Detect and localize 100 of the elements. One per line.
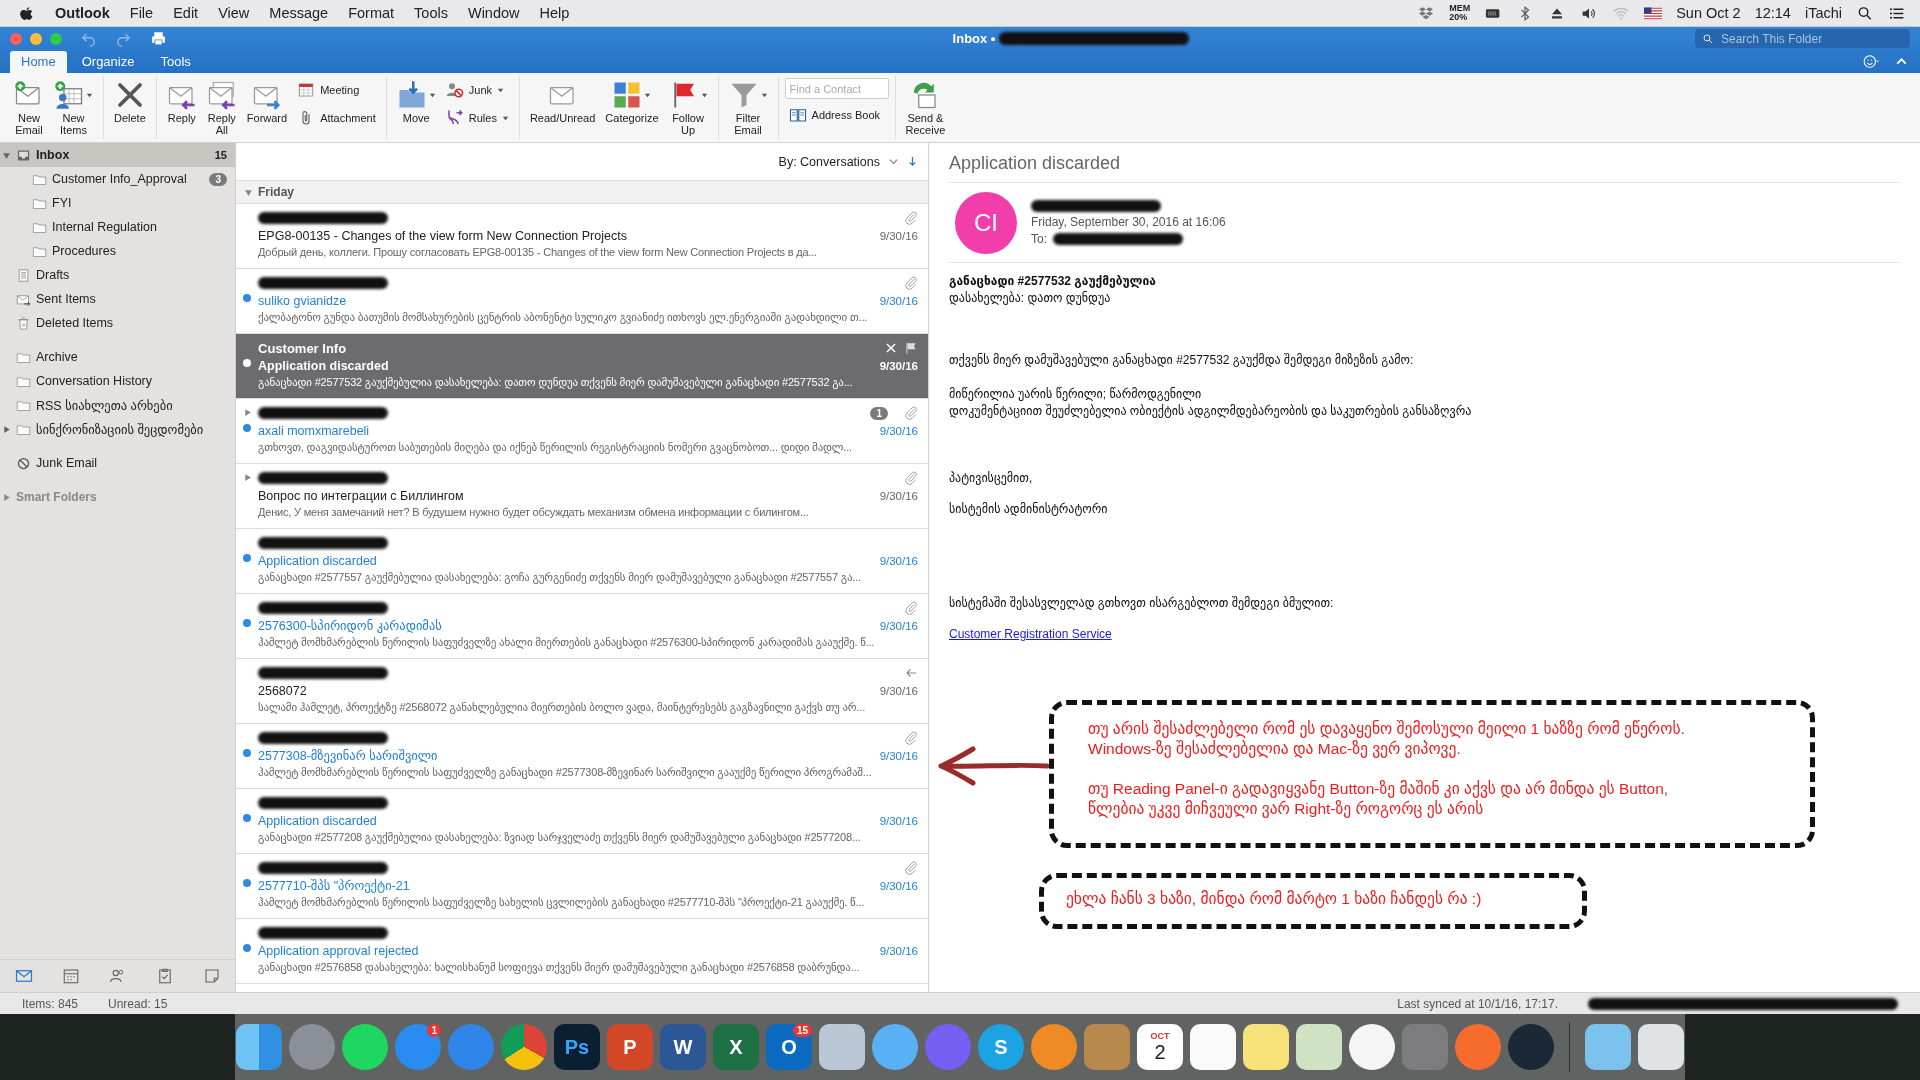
unread-dot[interactable] — [243, 879, 251, 887]
folder-item[interactable]: Archive — [0, 345, 235, 369]
ribbon-button[interactable]: Delete — [110, 76, 150, 126]
chevron-down-icon[interactable] — [888, 156, 899, 167]
dock-app-icon[interactable] — [342, 1024, 388, 1070]
user-name[interactable]: iTachi — [1804, 5, 1842, 21]
calendar-icon[interactable] — [61, 967, 80, 985]
unread-dot[interactable] — [243, 749, 251, 757]
ribbon-button[interactable]: New Items — [50, 76, 97, 138]
message-row[interactable]: EPG8-00135 - Changes of the view form New Connection Projects 9/30/16 Добрый день, коллеги. Прошу согласовать EPG8-00135 - Changes of the view form New Connection Projects в да... — [236, 204, 928, 269]
clock-time[interactable]: 12:14 — [1754, 5, 1791, 21]
zoom-window-button[interactable] — [50, 32, 62, 45]
folder-item[interactable]: FYI — [0, 191, 235, 215]
find-contact-field[interactable]: Find a Contact — [784, 78, 889, 99]
dock-app-icon[interactable] — [1243, 1024, 1289, 1070]
message-row[interactable]: 2568072 9/30/16 სალამი ჰამლეტ, პროექტზე #2568072 განახლებულია მიერთების ბოლო ვადა, მაინტერესებს გაგზავნილი გაქვს თუ არ... — [236, 659, 928, 724]
sort-arrow-icon[interactable] — [907, 156, 918, 167]
unread-dot[interactable] — [243, 619, 251, 627]
unread-dot[interactable] — [243, 944, 251, 952]
dock-app-icon[interactable]: OCT 2 — [1137, 1024, 1183, 1070]
folder-item[interactable]: Internal Regulation — [0, 215, 235, 239]
ribbon-tab[interactable]: Organize — [70, 51, 146, 73]
mail-icon[interactable] — [14, 967, 33, 985]
menu-item[interactable]: File — [129, 5, 154, 21]
folder-item[interactable]: Procedures — [0, 239, 235, 263]
folder-item[interactable]: Customer Info_Approval 3 — [0, 167, 235, 191]
dock-app-icon[interactable] — [872, 1024, 918, 1070]
message-row[interactable]: Application discarded 9/30/16 განაცხადი #2577557 გაუქმებულია დასახელება: გოჩა გურგენიძე თქვენს მიერ დამუშავებული განაცხადი #2577557 გა... — [236, 529, 928, 594]
dock-app-icon[interactable]: O 15 — [766, 1024, 812, 1070]
ribbon-button[interactable]: Meeting — [293, 78, 380, 102]
apple-logo-icon[interactable] — [18, 4, 35, 22]
ribbon-button[interactable]: Filter Email — [724, 76, 772, 138]
menu-item[interactable]: Help — [539, 5, 570, 21]
dock-app-icon[interactable] — [236, 1024, 282, 1070]
dock-app-icon[interactable] — [1031, 1024, 1077, 1070]
message-row[interactable]: Вопрос по интеграции с Биллингом 9/30/16 Денис, У меня замечаний нет? В будушем нужно будет обсуждать механизм обмена информации с билингом... — [236, 464, 928, 529]
menu-item[interactable]: Edit — [173, 5, 199, 21]
dock-app-icon[interactable] — [1638, 1024, 1684, 1070]
date-group-header[interactable]: Friday — [236, 181, 928, 204]
disclosure-triangle-icon[interactable] — [242, 473, 252, 482]
unread-dot[interactable] — [243, 814, 251, 822]
clock-date[interactable]: Sun Oct 2 — [1676, 5, 1741, 21]
message-row[interactable]: Customer Info Application discarded 9/30/16 განაცხადი #2577532 გაუქმებულია დასახელება: დათო დუნდუა თქვენს მიერ დამუშავებული განაცხადი #2577532 გა... — [236, 334, 928, 399]
memory-indicator[interactable]: MEM 20% — [1449, 4, 1471, 22]
dock-app-icon[interactable]: P — [607, 1024, 653, 1070]
sort-dropdown[interactable]: By: Conversations — [778, 154, 880, 169]
ribbon-button[interactable]: Attachment — [293, 106, 380, 130]
dock-app-icon[interactable]: 1 — [395, 1024, 441, 1070]
disclosure-triangle-icon[interactable] — [2, 150, 11, 160]
menu-item[interactable]: Tools — [414, 5, 448, 21]
registration-link[interactable]: Customer Registration Service — [949, 626, 1112, 643]
message-row[interactable]: Application discarded 9/30/16 განაცხადი #2577208 გაუქმებულია დასახელება: ზვიად სარჯველაძე თქვენს მიერ დამუშავებული განაცხადი #2577208... — [236, 789, 928, 854]
dock-app-icon[interactable]: X — [713, 1024, 759, 1070]
menu-item[interactable]: Format — [348, 5, 395, 21]
folder-item[interactable]: სინქრონიზაციის შეცდომები — [0, 417, 235, 441]
dock-app-icon[interactable] — [1190, 1024, 1236, 1070]
dropbox-icon[interactable] — [1417, 4, 1436, 22]
delete-icon[interactable] — [884, 341, 898, 355]
dock-app-icon[interactable] — [1349, 1024, 1395, 1070]
search-field[interactable]: Search This Folder — [1695, 29, 1910, 48]
ribbon-button[interactable]: Rules — [441, 106, 513, 130]
folder-item[interactable]: Sent Items — [0, 287, 235, 311]
dock-app-icon[interactable] — [1585, 1024, 1631, 1070]
folder-item[interactable]: Drafts — [0, 263, 235, 287]
dock-app-icon[interactable] — [1508, 1024, 1554, 1070]
dock-app-icon[interactable]: W — [660, 1024, 706, 1070]
ribbon-button[interactable]: Forward — [242, 76, 292, 126]
ribbon-button[interactable]: Categorize — [601, 76, 663, 126]
unread-dot[interactable] — [243, 554, 251, 562]
ribbon-button[interactable]: Follow Up — [664, 76, 712, 138]
ribbon-button[interactable]: New Email — [10, 76, 48, 138]
unread-dot[interactable] — [243, 294, 251, 302]
disclosure-triangle-icon[interactable] — [242, 408, 252, 417]
folder-item[interactable]: Deleted Items — [0, 311, 235, 335]
print-icon[interactable] — [150, 30, 167, 47]
ribbon-button[interactable]: Move — [392, 76, 440, 126]
disclosure-triangle-icon[interactable] — [244, 187, 253, 197]
flag-icon[interactable] — [904, 341, 918, 355]
folder-item[interactable]: Junk Email — [0, 451, 235, 475]
unread-dot[interactable] — [243, 359, 251, 367]
menu-item[interactable]: Message — [269, 5, 329, 21]
dock-app-icon[interactable]: Ps — [554, 1024, 600, 1070]
smiley-icon[interactable] — [1862, 53, 1879, 70]
dock-app-icon[interactable] — [819, 1024, 865, 1070]
dock-app-icon[interactable] — [1296, 1024, 1342, 1070]
disclosure-triangle-icon[interactable] — [2, 492, 11, 502]
ribbon-button[interactable]: Address Book — [784, 103, 889, 127]
unread-dot[interactable] — [243, 424, 251, 432]
note-icon[interactable] — [202, 967, 221, 985]
ribbon-button[interactable]: Reply All — [202, 76, 241, 138]
ribbon-button[interactable]: Read/Unread — [525, 76, 600, 126]
folder-item[interactable]: Conversation History — [0, 369, 235, 393]
menu-item[interactable]: Window — [467, 5, 520, 21]
dock-app-icon[interactable] — [501, 1024, 547, 1070]
menu-item[interactable]: View — [218, 5, 250, 21]
message-row[interactable]: 2577308-მზევინარ სარიშვილი 9/30/16 ჰამლეტ მომხმარებლის წერილის საფუძველზე განაცხადი #2577308-მზევინარ სარიშვილი გააუქმე წერილი პროგრამაშ... — [236, 724, 928, 789]
folder-item[interactable]: RSS სიახლეთა არხები — [0, 393, 235, 417]
folder-item[interactable]: Inbox 15 — [0, 143, 235, 167]
message-row[interactable]: 1 axali momxmarebeli 9/30/16 გთხოვთ, დაგვიდასტუროთ საბუთების მიღება და იქნებ წერილის რეგისტრაციის ნომერი გვაცნობოთ... დიდი მადლ... — [236, 399, 928, 464]
message-row[interactable]: 2576300-სპირიდონ კარადიმას 9/30/16 ჰამლეტ მომხმარებლის წერილის საფუძველზე ახალი მიერთების განაცხადი #2576300-სპირიდონ კარადიმას გააუქმე. წ... — [236, 594, 928, 659]
